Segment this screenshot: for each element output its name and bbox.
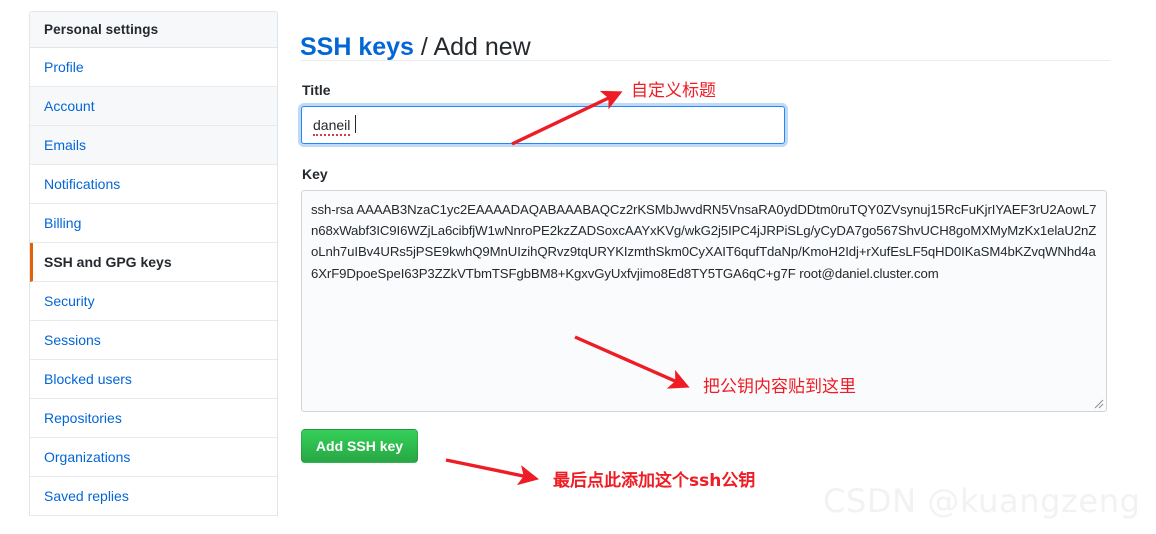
key-field-label: Key [302,166,328,182]
sidebar-item-organizations[interactable]: Organizations [30,438,277,477]
sidebar-header: Personal settings [30,12,277,48]
sidebar-item-billing[interactable]: Billing [30,204,277,243]
annotation-submit-note: 最后点此添加这个ssh公钥 [553,471,756,491]
add-ssh-key-button[interactable]: Add SSH key [301,429,418,463]
main-content: SSH keys / Add new Title daneil Key ssh-… [300,0,1156,534]
annotation-title-note: 自定义标题 [631,81,716,101]
resize-handle-icon[interactable] [1092,397,1104,409]
breadcrumb-link-ssh-keys[interactable]: SSH keys [300,33,414,61]
title-field-label: Title [302,82,331,98]
title-input[interactable] [302,107,784,143]
text-caret [355,115,356,133]
personal-settings-sidebar: Personal settings Profile Account Emails… [29,11,278,516]
watermark: CSDN @kuangzeng [823,482,1141,520]
title-input-value: daneil [313,117,351,136]
title-input-wrapper[interactable]: daneil [301,106,785,144]
sidebar-item-emails[interactable]: Emails [30,126,277,165]
sidebar-item-repositories[interactable]: Repositories [30,399,277,438]
sidebar-item-profile[interactable]: Profile [30,48,277,87]
title-divider [300,60,1110,61]
sidebar-item-account[interactable]: Account [30,87,277,126]
annotation-key-note: 把公钥内容贴到这里 [703,377,856,397]
page-title: SSH keys / Add new [300,33,531,62]
sidebar-item-saved-replies[interactable]: Saved replies [30,477,277,516]
sidebar-item-blocked-users[interactable]: Blocked users [30,360,277,399]
breadcrumb-separator: / [413,32,434,61]
sidebar-item-ssh-and-gpg-keys[interactable]: SSH and GPG keys [30,243,277,282]
sidebar-item-sessions[interactable]: Sessions [30,321,277,360]
key-textarea-value: ssh-rsa AAAAB3NzaC1yc2EAAAADAQABAAABAQCz… [311,202,1097,281]
sidebar-item-security[interactable]: Security [30,282,277,321]
sidebar-item-notifications[interactable]: Notifications [30,165,277,204]
breadcrumb-current: Add new [433,32,531,61]
